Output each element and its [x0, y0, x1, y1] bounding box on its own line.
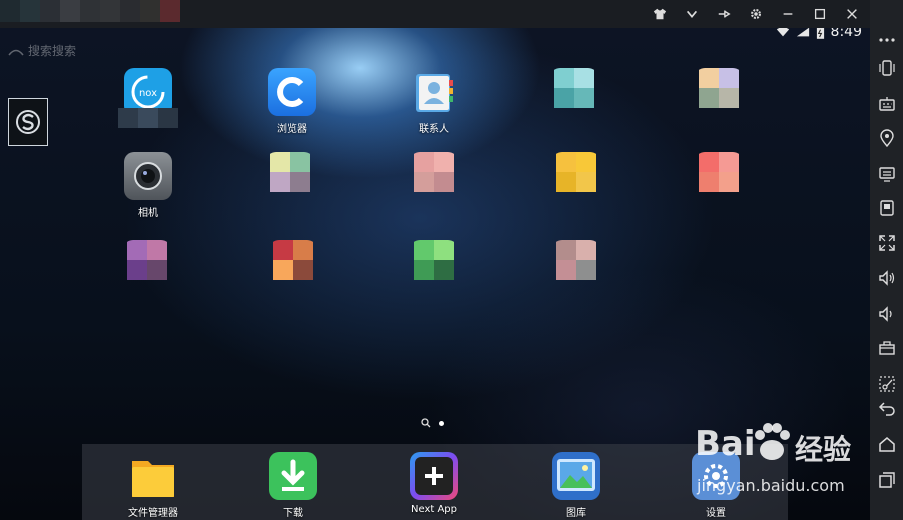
app-pixelated-7[interactable] [102, 240, 192, 305]
toolbox-icon[interactable] [877, 338, 897, 358]
status-time: 8:49 [830, 28, 862, 40]
floating-app-badge[interactable] [8, 98, 48, 146]
watermark-brand-right: 经验 [795, 433, 852, 466]
pixelated-icon [552, 240, 600, 288]
recent-apps-icon[interactable] [877, 470, 897, 490]
folder-icon [129, 452, 177, 500]
cell-signal-icon [796, 28, 809, 37]
app-contacts[interactable]: 联系人 [389, 68, 479, 135]
maximize-icon[interactable] [810, 4, 830, 24]
watermark-brand-left: Bai [695, 424, 756, 464]
app-pixelated-6[interactable] [674, 152, 764, 217]
paw-icon [755, 423, 790, 460]
pixelated-icon [269, 240, 317, 288]
title-mosaic [0, 0, 180, 22]
s-logo-icon [16, 110, 40, 134]
app-label: 下载 [283, 508, 303, 519]
plus-icon [410, 452, 458, 500]
gear-icon[interactable] [746, 4, 766, 24]
pixelated-icon [410, 240, 458, 288]
pixelated-icon [552, 152, 600, 200]
app-pixelated-10[interactable] [531, 240, 621, 305]
browser-icon [268, 68, 316, 116]
baidu-jingyan-watermark: Bai 经验 jingyan.baidu.com [695, 418, 865, 498]
wifi-signal-icon [776, 28, 789, 37]
back-icon[interactable] [877, 398, 897, 418]
volume-up-icon[interactable] [877, 268, 897, 288]
emulator-sidebar [870, 0, 903, 520]
app-pixelated-1[interactable] [529, 68, 619, 133]
search-widget[interactable]: 搜索搜索 [8, 42, 76, 59]
nox-label-mosaic [118, 108, 178, 128]
download-icon [269, 452, 317, 500]
pixelated-icon [266, 152, 314, 200]
close-icon[interactable] [842, 4, 862, 24]
dock-gallery[interactable]: 图库 [531, 452, 621, 519]
app-pixelated-3[interactable] [245, 152, 335, 217]
app-pixelated-5[interactable] [531, 152, 621, 217]
dock-next-app[interactable]: Next App [389, 452, 479, 517]
app-camera[interactable]: 相机 [103, 152, 193, 219]
pixelated-icon [695, 68, 743, 116]
app-nox[interactable]: nox [103, 68, 193, 133]
app-label: 相机 [138, 208, 158, 219]
status-bar: 8:49 [776, 28, 862, 40]
app-label: 浏览器 [277, 124, 307, 135]
pixelated-icon [550, 68, 598, 116]
fullscreen-icon[interactable] [877, 233, 897, 253]
page-dot-active[interactable] [439, 420, 444, 426]
pin-icon[interactable] [714, 4, 734, 24]
pixelated-icon [695, 152, 743, 200]
phone-rotate-icon[interactable] [877, 58, 897, 78]
dock-download[interactable]: 下载 [248, 452, 338, 519]
battery-icon [816, 28, 824, 39]
app-label: Next App [410, 504, 457, 515]
search-icon[interactable] [421, 418, 431, 428]
scissors-icon[interactable] [877, 374, 897, 394]
dock: 文件管理器 下载 Next App 图库 设置 [82, 444, 788, 520]
pixelated-icon [410, 152, 458, 200]
more-icon[interactable] [877, 30, 897, 50]
svg-text:nox: nox [139, 88, 157, 99]
search-widget-label: 搜索搜索 [28, 44, 77, 58]
app-label: 联系人 [419, 124, 449, 135]
volume-down-icon[interactable] [877, 304, 897, 324]
gallery-icon [552, 452, 600, 500]
home-icon[interactable] [877, 434, 897, 454]
window-titlebar [0, 0, 870, 28]
page-indicator [421, 418, 444, 428]
minimize-icon[interactable] [778, 4, 798, 24]
app-label: 图库 [566, 508, 586, 519]
wifi-icon [8, 49, 24, 55]
dock-file-manager[interactable]: 文件管理器 [108, 452, 198, 519]
shirt-icon[interactable] [650, 4, 670, 24]
screenshot-icon[interactable] [877, 198, 897, 218]
app-label: 文件管理器 [128, 508, 178, 519]
chevron-down-icon[interactable] [682, 4, 702, 24]
app-pixelated-4[interactable] [389, 152, 479, 217]
app-label: 设置 [706, 508, 726, 519]
location-icon[interactable] [877, 128, 897, 148]
app-browser[interactable]: 浏览器 [247, 68, 337, 135]
watermark-url: jingyan.baidu.com [697, 476, 845, 495]
camera-icon [124, 152, 172, 200]
app-pixelated-9[interactable] [389, 240, 479, 305]
keyboard-icon[interactable] [877, 94, 897, 114]
app-pixelated-8[interactable] [248, 240, 338, 305]
app-pixelated-2[interactable] [674, 68, 764, 133]
pixelated-icon [123, 240, 171, 288]
contacts-icon [410, 68, 458, 116]
screen-icon[interactable] [877, 164, 897, 184]
